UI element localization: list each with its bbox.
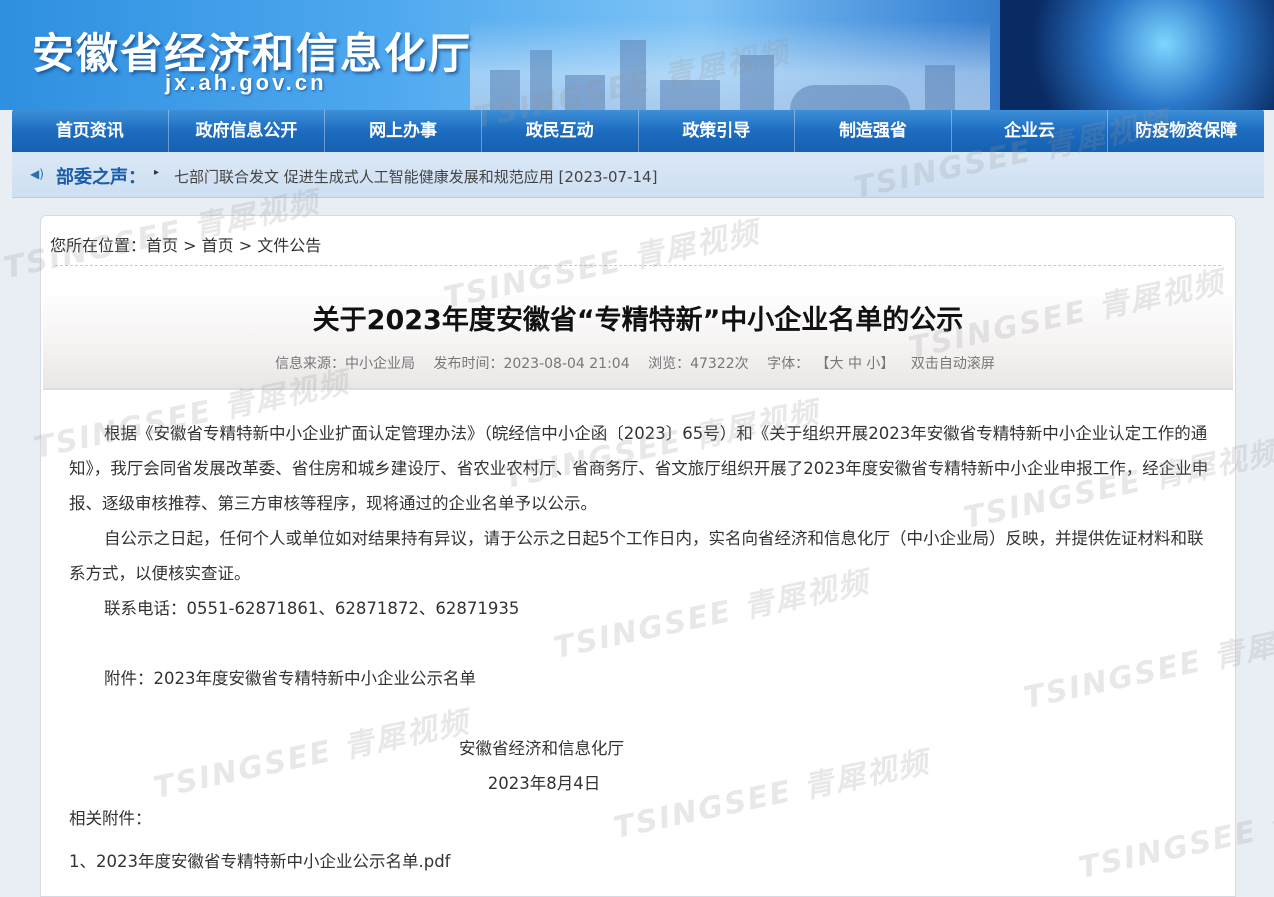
main-nav: 首页资讯 政府信息公开 网上办事 政民互动 政策引导 制造强省 企业云 防疫物资… (12, 110, 1264, 152)
meta-font-label: 字体： (767, 356, 810, 372)
ministry-voice-bar: ◀︎) 部委之声： ▸ 七部门联合发文 促进生成式人工智能健康发展和规范应用 [… (12, 152, 1264, 198)
nav-item-enterprise-cloud[interactable]: 企业云 (952, 110, 1109, 152)
breadcrumb-sep: > (183, 236, 197, 255)
meta-source: 信息来源：中小企业局 (275, 356, 415, 372)
article-paragraph-1: 根据《安徽省专精特新中小企业扩面认定管理办法》（皖经信中小企函〔2023〕65号… (69, 424, 1209, 513)
voice-label: 部委之声： (56, 167, 146, 188)
speaker-icon: ◀︎) (30, 167, 44, 181)
nav-item-interaction[interactable]: 政民互动 (482, 110, 639, 152)
font-size-switcher[interactable]: 【大 中 小】 (816, 356, 895, 372)
autoscroll-toggle[interactable]: 双击自动滚屏 (911, 356, 995, 372)
meta-publish-time: 发布时间：2023-08-04 21:04 (433, 356, 630, 372)
site-banner: 安徽省经济和信息化厅 jx.ah.gov.cn (0, 0, 1274, 110)
attachment-line: 附件：2023年度安徽省专精特新中小企业公示名单 (104, 669, 476, 688)
article-paragraph-2: 自公示之日起，任何个人或单位如对结果持有异议，请于公示之日起5个工作日内，实名向… (69, 529, 1204, 583)
voice-news-link[interactable]: 七部门联合发文 促进生成式人工智能健康发展和规范应用 [2023-07-14] (174, 166, 657, 187)
nav-item-gov-info[interactable]: 政府信息公开 (169, 110, 326, 152)
nav-item-online-service[interactable]: 网上办事 (325, 110, 482, 152)
breadcrumb-item-home[interactable]: 首页 (146, 236, 178, 255)
nav-item-manufacturing[interactable]: 制造强省 (795, 110, 952, 152)
site-domain: jx.ah.gov.cn (165, 70, 327, 95)
breadcrumb-sep: > (238, 236, 253, 255)
article-title: 关于2023年度安徽省“专精特新”中小企业名单的公示 (312, 305, 964, 336)
breadcrumb: 您所在位置：首页 > 首页 > 文件公告 (50, 232, 321, 256)
nav-item-policy[interactable]: 政策引导 (639, 110, 796, 152)
divider (55, 265, 1221, 266)
contact-phone: 联系电话：0551-62871861、62871872、62871935 (104, 599, 520, 618)
breadcrumb-prefix: 您所在位置： (50, 236, 147, 255)
content-card: 您所在位置：首页 > 首页 > 文件公告 关于2023年度安徽省“专精特新”中小… (40, 215, 1236, 897)
banner-skyline (470, 20, 990, 110)
article-header: 关于2023年度安徽省“专精特新”中小企业名单的公示 信息来源：中小企业局 发布… (43, 288, 1233, 390)
article-body: 根据《安徽省专精特新中小企业扩面认定管理办法》（皖经信中小企函〔2023〕65号… (69, 416, 1219, 879)
banner-screen-graphic (1000, 0, 1274, 110)
related-attachments-label: 相关附件： (69, 809, 152, 828)
breadcrumb-item-announcements[interactable]: 文件公告 (257, 236, 321, 255)
arrow-right-icon: ▸ (154, 167, 160, 178)
signer: 安徽省经济和信息化厅 (459, 739, 624, 758)
nav-item-epidemic-supplies[interactable]: 防疫物资保障 (1108, 110, 1264, 152)
breadcrumb-item-home-2[interactable]: 首页 (202, 236, 234, 255)
meta-views: 浏览：47322次 (648, 356, 749, 372)
nav-item-home[interactable]: 首页资讯 (12, 110, 169, 152)
sign-date: 2023年8月4日 (487, 774, 601, 793)
article-meta: 信息来源：中小企业局 发布时间：2023-08-04 21:04 浏览：4732… (275, 353, 995, 373)
